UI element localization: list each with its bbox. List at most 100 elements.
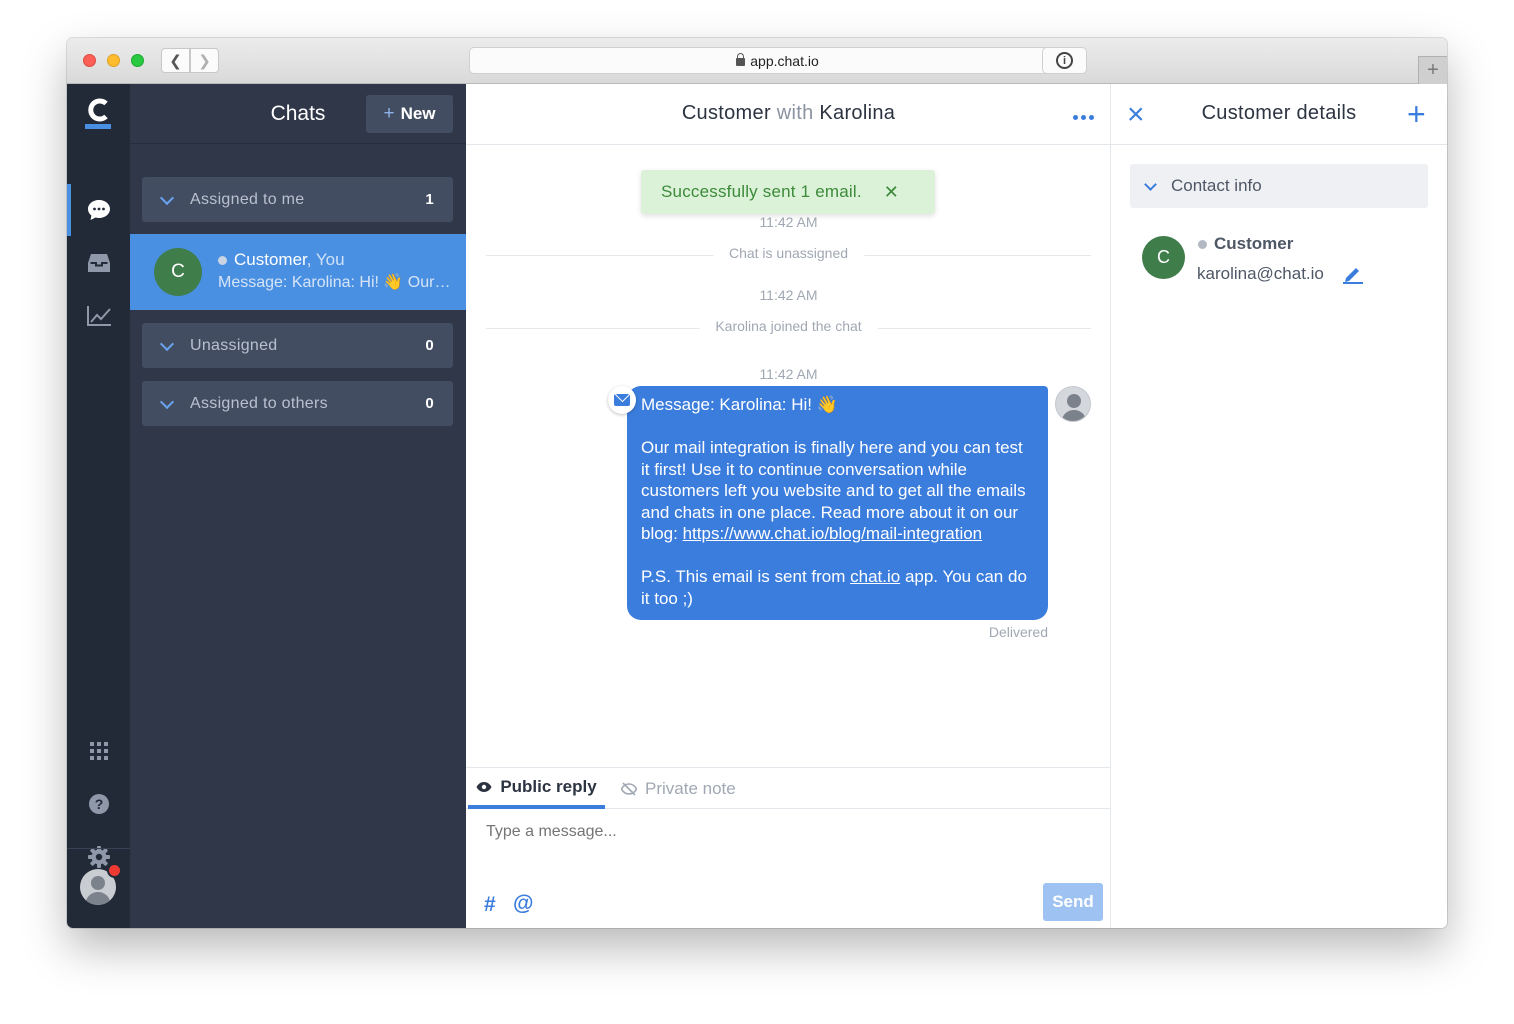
grid-icon <box>89 742 108 760</box>
contact-info-section[interactable]: Contact info <box>1130 164 1428 208</box>
event-time: 11:42 AM <box>759 287 818 303</box>
chevron-down-icon <box>159 336 175 351</box>
rail-item-help[interactable]: ? <box>67 778 130 830</box>
message-bubble: Message: Karolina: Hi! 👋 Our mail integr… <box>627 386 1048 620</box>
plus-icon[interactable]: + <box>1407 98 1426 130</box>
conversation-header: Customer with Karolina <box>466 84 1111 145</box>
group-label: Assigned to others <box>190 394 328 412</box>
group-count: 0 <box>425 395 434 412</box>
group-label: Unassigned <box>190 336 278 354</box>
title-agent: Karolina <box>819 102 896 124</box>
hashtag-button[interactable]: # <box>484 893 496 917</box>
chevron-down-icon <box>1144 177 1157 191</box>
url-text: app.chat.io <box>750 52 819 69</box>
back-icon[interactable]: ❮ <box>161 48 190 73</box>
lock-icon <box>736 52 746 66</box>
chevron-down-icon <box>159 190 175 205</box>
rail-item-apps[interactable] <box>67 725 130 777</box>
chart-line-icon <box>86 306 111 326</box>
forward-icon[interactable]: ❯ <box>190 48 219 73</box>
window-close-button[interactable] <box>83 54 96 67</box>
status-dot <box>218 256 227 265</box>
title-customer: Customer <box>681 102 771 124</box>
chat-preview: Message: Karolina: Hi! 👋 Our mail integr… <box>218 274 454 291</box>
icon-rail: ? <box>67 84 130 928</box>
send-button[interactable]: Send <box>1043 883 1103 921</box>
chat-customer-name: Customer <box>234 250 307 269</box>
chat-app: ? Chats + New Assigned to me 1 C Custome… <box>67 84 1447 928</box>
rail-item-chats[interactable] <box>67 184 130 236</box>
new-chat-label: New <box>400 104 436 123</box>
email-badge <box>608 386 636 414</box>
group-count: 1 <box>425 191 434 208</box>
tab-public-label: Public reply <box>500 776 597 796</box>
rail-divider <box>67 848 130 849</box>
group-unassigned[interactable]: Unassigned 0 <box>142 323 453 368</box>
status-dot <box>1198 240 1207 249</box>
chat-participants: Customer, You <box>234 250 345 270</box>
info-icon: i <box>1056 52 1073 69</box>
address-bar[interactable]: app.chat.io ↻ <box>469 47 1086 74</box>
event-time: 11:42 AM <box>759 366 818 382</box>
customer-name: Customer <box>1214 234 1294 253</box>
system-message: Chat is unassigned <box>486 245 1091 265</box>
chat-io-logo <box>85 98 111 129</box>
group-assigned-to-me[interactable]: Assigned to me 1 <box>142 177 453 222</box>
notification-badge <box>107 863 122 878</box>
eye-icon <box>476 781 492 792</box>
group-label: Assigned to me <box>190 190 305 208</box>
details-title: Customer details <box>1201 102 1357 124</box>
browser-titlebar: ❮ ❯ app.chat.io ↻ i + <box>67 38 1447 84</box>
rail-item-reports[interactable] <box>67 290 130 342</box>
chats-panel: Chats + New Assigned to me 1 C Customer,… <box>130 84 466 928</box>
message-greeting: Message: Karolina: Hi! 👋 <box>641 395 838 414</box>
customer-details-panel: × Customer details + Contact info C Cust… <box>1111 84 1447 928</box>
conversation-panel: Customer with Karolina 11:42 AM Successf… <box>466 84 1111 928</box>
info-button[interactable]: i <box>1042 47 1087 74</box>
mail-icon <box>614 394 630 406</box>
chevron-down-icon <box>159 394 175 409</box>
chats-header: Chats + New <box>130 84 466 144</box>
tab-public-reply[interactable]: Public reply <box>468 768 605 809</box>
system-message: Karolina joined the chat <box>486 318 1091 338</box>
browser-window: ❮ ❯ app.chat.io ↻ i + <box>67 38 1447 928</box>
plus-icon: + <box>383 103 395 124</box>
chat-bubble-icon <box>87 200 110 220</box>
window-minimize-button[interactable] <box>107 54 120 67</box>
edit-icon[interactable] <box>1342 264 1364 284</box>
more-options-icon[interactable] <box>1073 115 1094 120</box>
tab-private-note[interactable]: Private note <box>621 768 736 809</box>
ps-before: P.S. This email is sent from <box>641 567 851 586</box>
message-agent-avatar <box>1055 386 1091 422</box>
contact-info-label: Contact info <box>1171 176 1262 195</box>
system-message-text: Chat is unassigned <box>712 245 865 261</box>
customer-avatar: C <box>154 248 202 296</box>
group-assigned-to-others[interactable]: Assigned to others 0 <box>142 381 453 426</box>
svg-text:?: ? <box>94 796 103 812</box>
chat-list-item[interactable]: C Customer, You Message: Karolina: Hi! 👋… <box>130 234 466 310</box>
window-maximize-button[interactable] <box>131 54 144 67</box>
new-tab-icon[interactable]: + <box>1418 56 1447 84</box>
message-ps: P.S. This email is sent from chat.io app… <box>641 566 1034 609</box>
message-body: Our mail integration is finally here and… <box>641 437 1034 545</box>
customer-email: karolina@chat.io <box>1197 264 1324 283</box>
title-with: with <box>776 102 814 124</box>
details-header: × Customer details + <box>1111 84 1447 145</box>
event-time: 11:42 AM <box>759 214 818 230</box>
close-icon[interactable]: ✕ <box>884 182 899 203</box>
question-icon: ? <box>88 794 109 814</box>
message-input[interactable] <box>486 823 1086 841</box>
success-toast: Successfully sent 1 email. ✕ <box>641 170 935 214</box>
blog-link[interactable]: https://www.chat.io/blog/mail-integratio… <box>683 524 983 543</box>
new-chat-button[interactable]: + New <box>366 95 453 133</box>
group-count: 0 <box>425 337 434 354</box>
mention-button[interactable]: @ <box>513 892 533 916</box>
rail-item-archive[interactable] <box>67 237 130 289</box>
message-composer: Public reply Private note # @ Send <box>466 767 1111 928</box>
eye-off-icon <box>621 781 637 796</box>
conversation-title: Customer with Karolina <box>466 102 1111 125</box>
composer-tabs: Public reply Private note <box>466 768 1111 809</box>
inbox-icon <box>87 254 110 272</box>
customer-avatar: C <box>1142 236 1185 279</box>
chat-io-link[interactable]: chat.io <box>850 567 900 586</box>
